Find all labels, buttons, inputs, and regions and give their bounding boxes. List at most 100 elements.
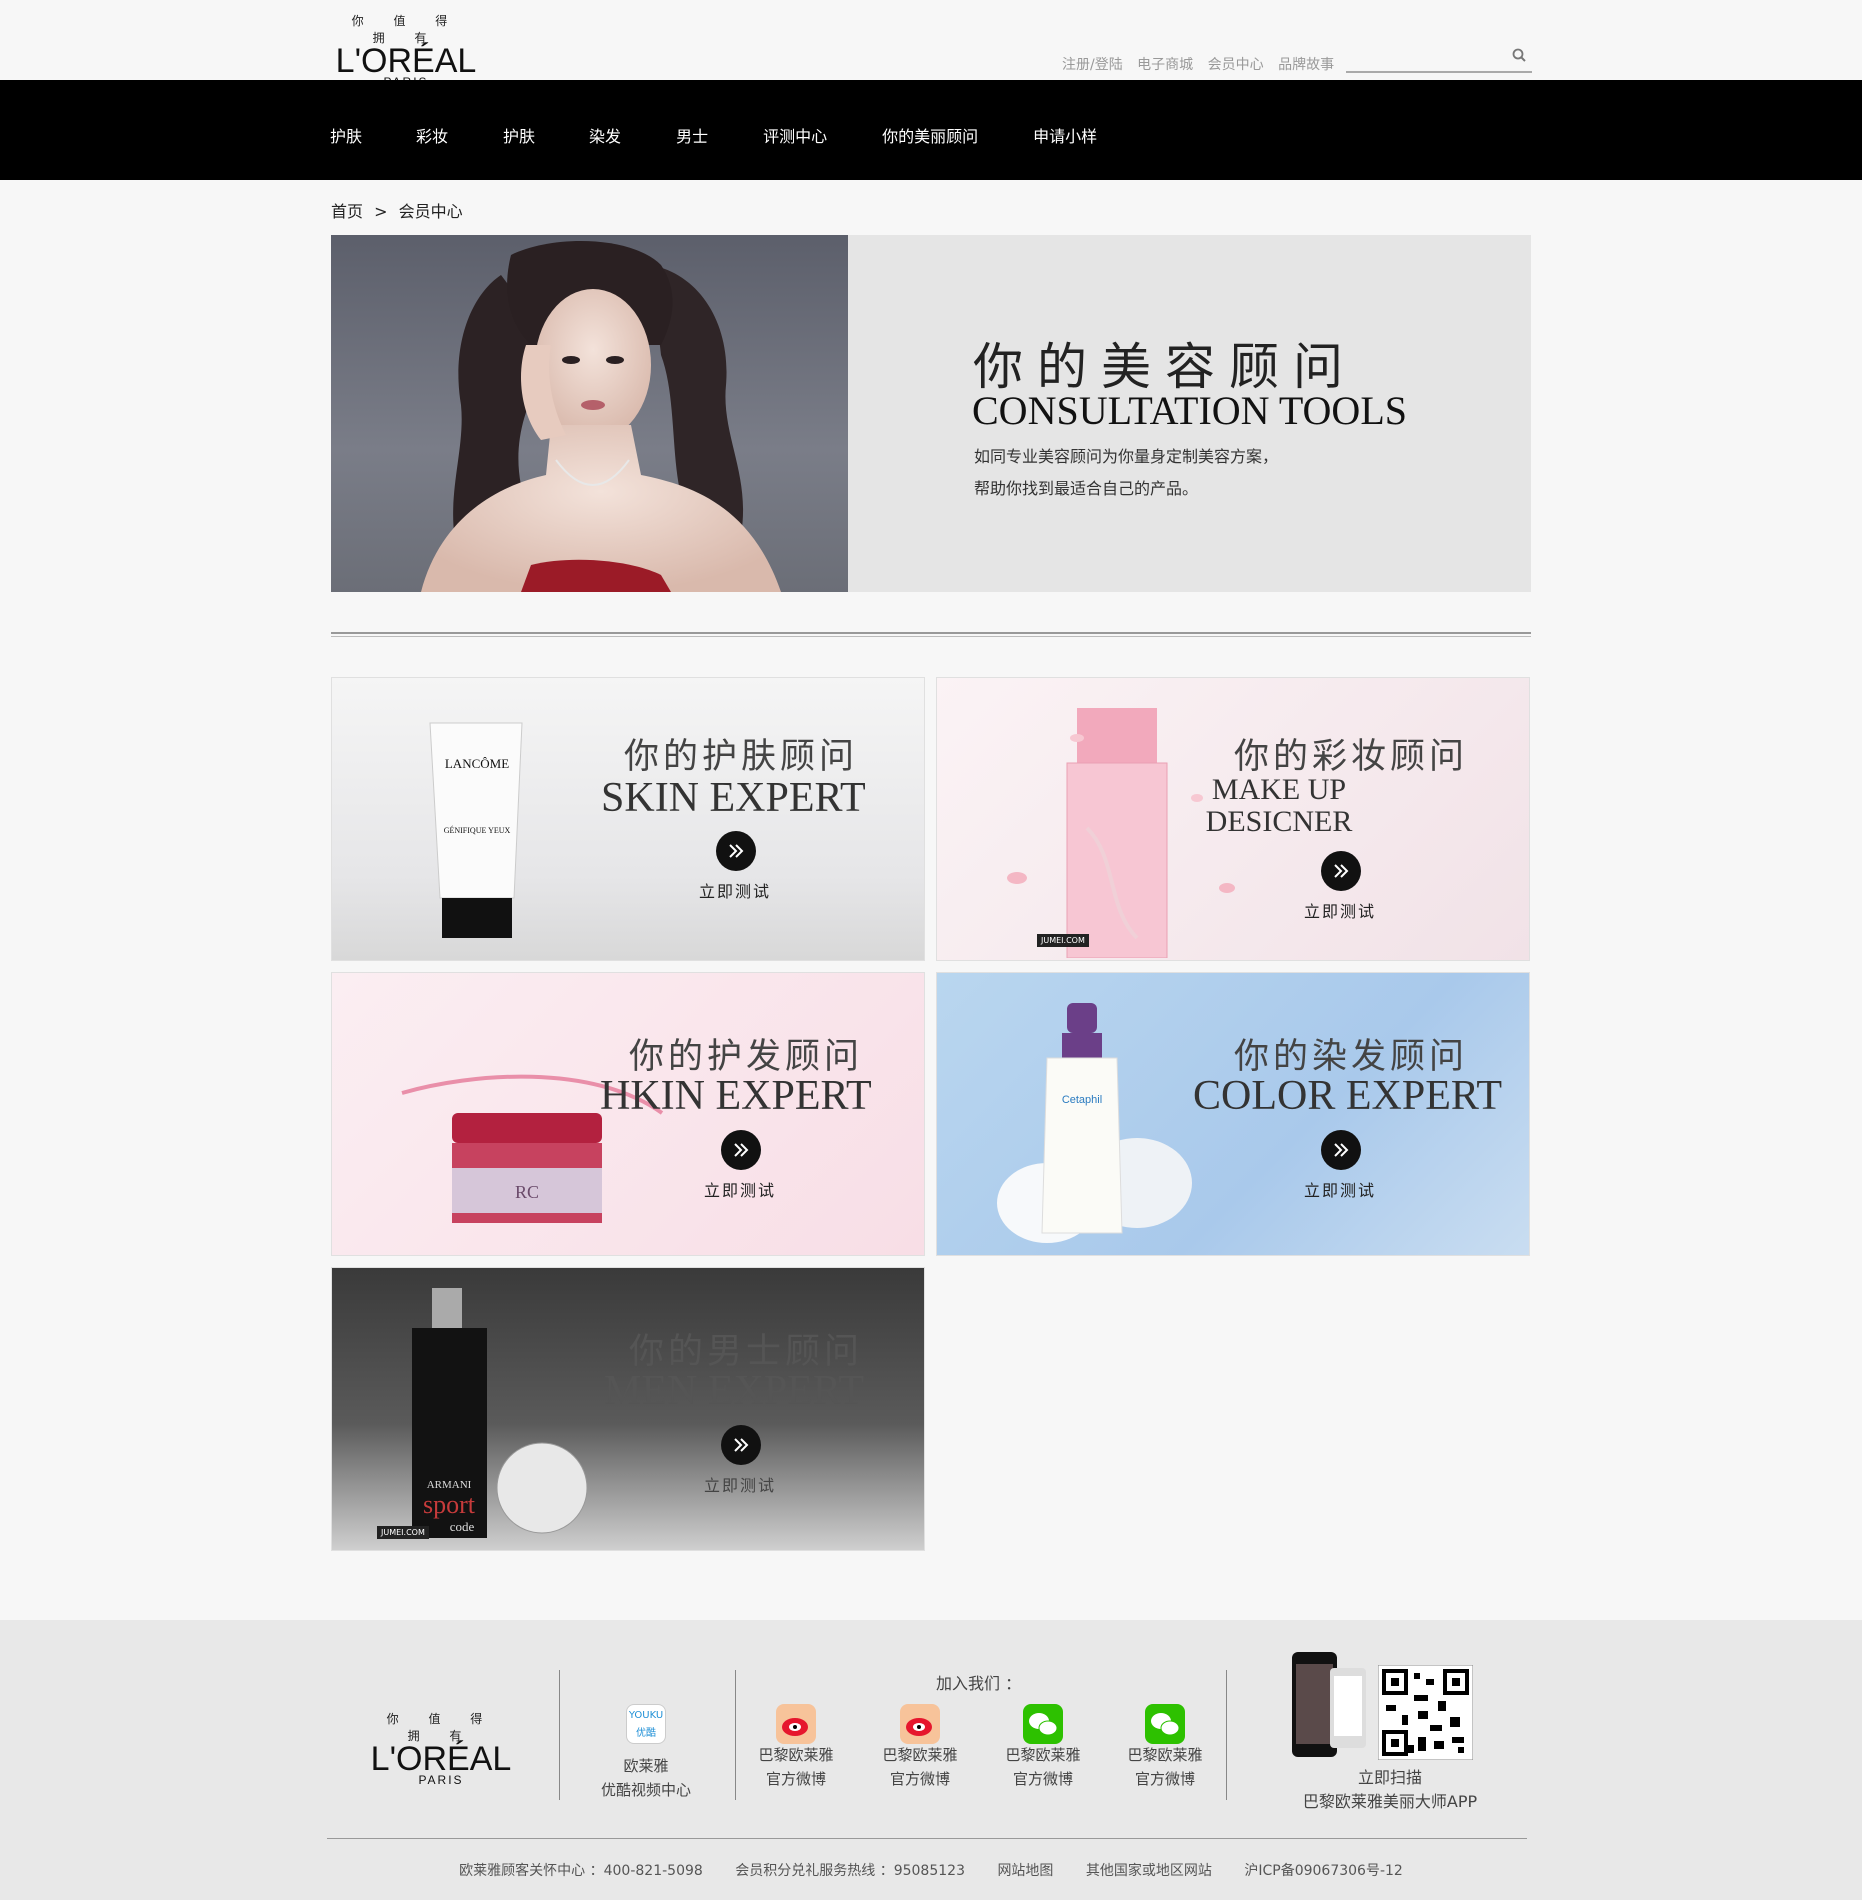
social-label-line2: 官方微博 [1012, 1770, 1073, 1788]
youku-label[interactable]: 欧莱雅 优酷视频中心 [596, 1754, 696, 1802]
nav-item-sample[interactable]: 申请小样 [1033, 123, 1097, 147]
footer-bottom-links: 欧莱雅顾客关怀中心 ：400-821-5098 会员积分兑礼服务热线 ：9508… [0, 1860, 1862, 1880]
card-makeup-designer[interactable]: JUMEI.COM 你的彩妆顾问 MAKE UP DESICNER 立即测试 [936, 677, 1530, 961]
card-title-en: COLOR EXPERT [1193, 1073, 1502, 1119]
nav-item-haircolor[interactable]: 染发 [589, 123, 621, 147]
hero-banner: 你的美容顾问 CONSULTATION TOOLS 如同专业美容顾问为你量身定制… [331, 235, 1531, 592]
member-center-link[interactable]: 会员中心 [1208, 57, 1264, 73]
jar-brand-text: RC [515, 1182, 539, 1202]
cetaphil-bottle-image: Cetaphil [997, 1003, 1192, 1243]
wechat-label[interactable]: 巴黎欧莱雅 官方微博 [1115, 1743, 1215, 1791]
youku-label-line2: 优酷视频中心 [600, 1781, 691, 1799]
logo-tagline: 你 值 得 拥 有 [386, 1712, 496, 1743]
loreal-logo[interactable]: 你 值 得 拥 有 L'ORÉAL PARIS [331, 12, 481, 88]
double-chevron-right-icon [734, 1438, 749, 1452]
hero-desc-line1: 如同专业美容顾问为你量身定制美容方案， [974, 447, 1279, 466]
card-title-en: HKIN EXPERT [600, 1073, 872, 1119]
test-now-label[interactable]: 立即测试 [704, 1472, 776, 1496]
search-box [1346, 46, 1532, 73]
other-regions-link[interactable]: 其他国家或地区网站 [1086, 1863, 1212, 1879]
header: 你 值 得 拥 有 L'ORÉAL PARIS 注册/登陆 电子商城 会员中心 … [0, 0, 1862, 88]
card-title-en: MEN EXPERT [604, 1368, 864, 1414]
card-skin-expert[interactable]: LANCÔME GÉNIFIQUE YEUX 你的护肤顾问 SKIN EXPER… [331, 677, 925, 961]
weibo-label[interactable]: 巴黎欧莱雅 官方微博 [746, 1743, 846, 1791]
social-label-line1: 巴黎欧莱雅 [1127, 1746, 1203, 1764]
bottle-sub-text: sport [423, 1490, 476, 1519]
top-links: 注册/登陆 电子商城 会员中心 品牌故事 [1062, 54, 1344, 74]
search-icon[interactable] [1512, 48, 1526, 62]
weibo-icon[interactable] [900, 1704, 940, 1744]
footer: 你 值 得 拥 有 L'ORÉAL PARIS YOUKU 优酷 欧莱雅 优酷视… [0, 1620, 1862, 1900]
double-chevron-right-icon [1334, 864, 1349, 878]
wechat-label[interactable]: 巴黎欧莱雅 官方微博 [993, 1743, 1093, 1791]
youku-label-line1: 欧莱雅 [623, 1757, 669, 1775]
arrow-button[interactable] [1321, 851, 1361, 891]
bottle-brand-text: Cetaphil [1062, 1094, 1102, 1106]
footer-separator [327, 1838, 1527, 1839]
card-title-cn: 你的护肤顾问 [624, 737, 859, 777]
nav-item-makeup[interactable]: 彩妆 [416, 123, 448, 147]
men-fragrance-image: ARMANI sport code [412, 1288, 588, 1538]
app-scan-label[interactable]: 立即扫描 巴黎欧莱雅美丽大师APP [1270, 1766, 1510, 1814]
weibo-label[interactable]: 巴黎欧莱雅 官方微博 [870, 1743, 970, 1791]
arrow-button[interactable] [1321, 1130, 1361, 1170]
nav-item-beauty-advisor[interactable]: 你的美丽顾问 [882, 123, 978, 147]
customer-care-hotline: 欧莱雅顾客关怀中心 ：400-821-5098 [459, 1863, 703, 1879]
card-title-en-line1: MAKE UP [1211, 773, 1347, 806]
nav-item-review-center[interactable]: 评测中心 [763, 123, 827, 147]
main-nav: 护肤 彩妆 护肤 染发 男士 评测中心 你的美丽顾问 申请小样 [0, 80, 1862, 180]
sitemap-link[interactable]: 网站地图 [997, 1863, 1053, 1879]
card-title-en-line2: DESICNER [1205, 805, 1353, 838]
eshop-link[interactable]: 电子商城 [1137, 57, 1193, 73]
bottle-sub2-text: code [450, 1519, 475, 1534]
card-color-expert[interactable]: Cetaphil 你的染发顾问 COLOR EXPERT 立即测试 [936, 972, 1530, 1256]
test-now-label[interactable]: 立即测试 [704, 1177, 776, 1201]
social-label-line1: 巴黎欧莱雅 [1005, 1746, 1081, 1764]
card-men-expert[interactable]: ARMANI sport code JUMEI.COM 你的男士顾问 MEN E… [331, 1267, 925, 1551]
divider-line [331, 632, 1531, 634]
social-label-line2: 官方微博 [765, 1770, 826, 1788]
test-now-label[interactable]: 立即测试 [1304, 1177, 1376, 1201]
weibo-icon[interactable] [776, 1704, 816, 1744]
qr-code-image[interactable] [1378, 1665, 1473, 1760]
wechat-icon[interactable] [1023, 1704, 1063, 1744]
test-now-label[interactable]: 立即测试 [1304, 898, 1376, 922]
skincare-tube-image: LANCÔME GÉNIFIQUE YEUX [429, 722, 523, 938]
footer-divider [559, 1670, 560, 1800]
watermark-text: JUMEI.COM [1037, 934, 1089, 947]
nav-item-men[interactable]: 男士 [676, 123, 708, 147]
double-chevron-right-icon [729, 844, 744, 858]
arrow-button[interactable] [716, 831, 756, 871]
nav-item-skincare-2[interactable]: 护肤 [503, 123, 535, 147]
phone-app-image [1292, 1652, 1366, 1757]
tube-sub-text: GÉNIFIQUE YEUX [444, 825, 511, 835]
logo-brand: L'ORÉAL [335, 42, 477, 80]
hero-description: 如同专业美容顾问为你量身定制美容方案， 帮助你找到最适合自己的产品。 [974, 441, 1278, 505]
icp-license-link[interactable]: 沪ICP备09067306号-12 [1244, 1863, 1402, 1879]
footer-divider [1226, 1670, 1227, 1800]
logo-brand: L'ORÉAL [370, 1740, 512, 1778]
login-link[interactable]: 注册/登陆 [1062, 57, 1123, 73]
breadcrumb-current: 会员中心 [398, 202, 463, 221]
watermark-text: JUMEI.COM [377, 1526, 429, 1539]
nav-item-skincare[interactable]: 护肤 [330, 123, 362, 147]
arrow-button[interactable] [721, 1130, 761, 1170]
logo-tagline: 你 值 得 拥 有 [351, 14, 461, 45]
arrow-button[interactable] [721, 1425, 761, 1465]
breadcrumb-home[interactable]: 首页 [331, 202, 363, 221]
double-chevron-right-icon [734, 1143, 749, 1157]
card-hair-expert[interactable]: RC 你的护发顾问 HKIN EXPERT 立即测试 [331, 972, 925, 1256]
footer-loreal-logo[interactable]: 你 值 得 拥 有 L'ORÉAL PARIS [366, 1710, 516, 1786]
test-now-label[interactable]: 立即测试 [699, 878, 771, 902]
youku-badge-text: YOUKU 优酷 [628, 1710, 664, 1739]
youku-icon[interactable]: YOUKU 优酷 [626, 1704, 666, 1744]
social-label-line1: 巴黎欧莱雅 [882, 1746, 958, 1764]
social-label-line2: 官方微博 [889, 1770, 950, 1788]
app-scan-line1: 立即扫描 [1357, 1768, 1422, 1787]
search-input[interactable] [1346, 46, 1496, 70]
social-label-line1: 巴黎欧莱雅 [758, 1746, 834, 1764]
wechat-icon[interactable] [1145, 1704, 1185, 1744]
member-points-hotline: 会员积分兑礼服务热线 ：95085123 [735, 1863, 965, 1879]
hero-desc-line2: 帮助你找到最适合自己的产品。 [974, 479, 1199, 498]
brand-story-link[interactable]: 品牌故事 [1278, 57, 1334, 73]
